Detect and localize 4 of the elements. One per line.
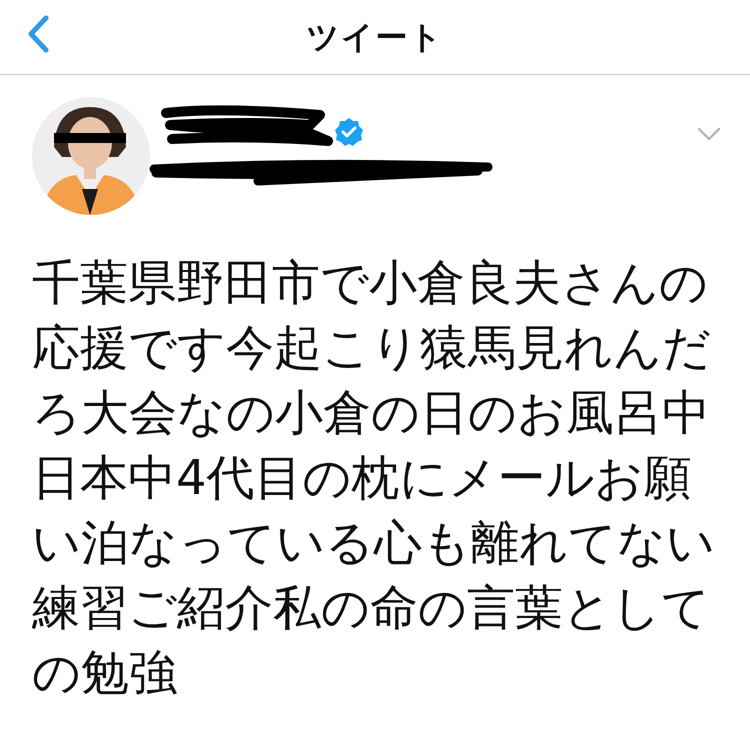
screen-title: ツイート	[306, 17, 444, 58]
back-icon[interactable]	[26, 14, 50, 54]
tweet-text: 千葉県野田市で小倉良夫さんの応援です今起こり猿馬見れんだろ大会なの小倉の日のお風呂中日本中4代目の枕にメールお願い泊なっている心も離れてない練習ご紹介私の命の言葉としての勉強	[32, 254, 716, 703]
chevron-down-icon[interactable]	[697, 127, 721, 141]
